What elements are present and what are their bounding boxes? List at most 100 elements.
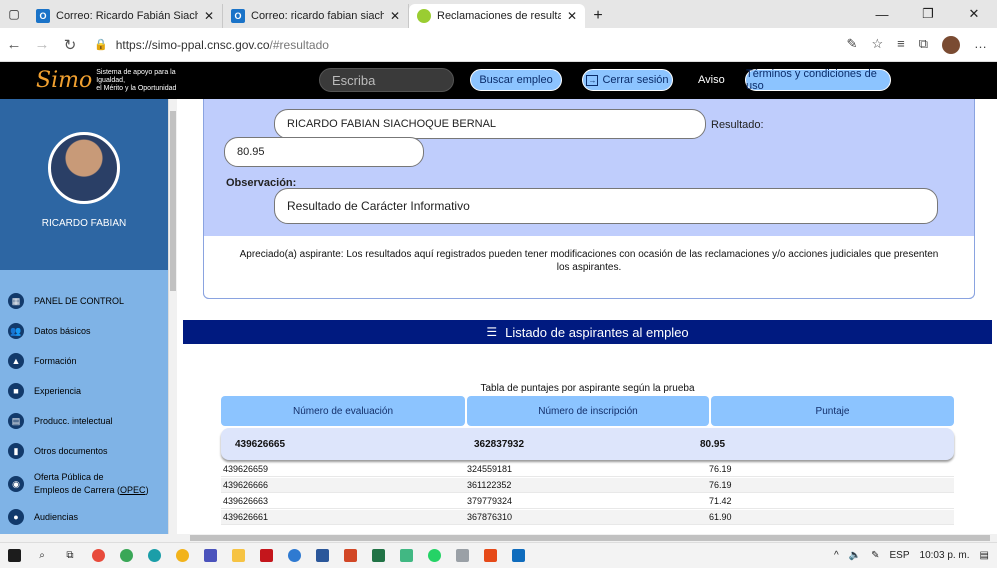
- word-icon[interactable]: [308, 543, 336, 569]
- cerrar-sesion-button[interactable]: → Cerrar sesión: [582, 69, 673, 91]
- sidebar-item-opec[interactable]: ◉ Oferta Pública de Empleos de Carrera (…: [0, 466, 168, 502]
- outlook-icon[interactable]: [504, 543, 532, 569]
- resultado-label: Resultado:: [711, 119, 764, 131]
- close-window-icon[interactable]: ✕: [951, 0, 997, 28]
- observacion-field: Resultado de Carácter Informativo: [274, 188, 938, 224]
- graduation-icon: ▲: [8, 353, 24, 369]
- minimize-icon[interactable]: —: [859, 0, 905, 28]
- cell-puntaje: 71.42: [709, 496, 732, 506]
- sidebar-item-datos-basicos[interactable]: 👥 Datos básicos: [0, 316, 168, 346]
- simo-logo[interactable]: Simo Sistema de apoyo para la Igualdad, …: [0, 62, 180, 99]
- app-icon[interactable]: [84, 543, 112, 569]
- back-icon[interactable]: ←: [0, 36, 28, 53]
- browser-tab-2[interactable]: O Correo: ricardo fabian siachoque ✕: [223, 4, 409, 28]
- start-icon[interactable]: [0, 543, 28, 569]
- outlook-icon: O: [231, 9, 245, 23]
- app-icon[interactable]: [448, 543, 476, 569]
- column-header-inscripcion[interactable]: Número de inscripción: [467, 396, 709, 426]
- close-icon[interactable]: ✕: [204, 9, 214, 23]
- app-icon[interactable]: [112, 543, 140, 569]
- notice-box: Apreciado(a) aspirante: Los resultados a…: [203, 236, 975, 299]
- users-icon: 👥: [8, 323, 24, 339]
- language-indicator[interactable]: ESP: [890, 550, 910, 561]
- column-header-puntaje[interactable]: Puntaje: [711, 396, 954, 426]
- cell-evaluacion: 439626663: [223, 496, 269, 506]
- logo-mark: Simo: [36, 68, 93, 93]
- close-icon[interactable]: ✕: [390, 9, 400, 23]
- whatsapp-icon[interactable]: [420, 543, 448, 569]
- browser-tab-1[interactable]: O Correo: Ricardo Fabián Siachoque ✕: [28, 4, 223, 28]
- notifications-icon[interactable]: ▤: [980, 550, 989, 561]
- opec-link[interactable]: OPEC: [120, 485, 146, 495]
- favorites-list-icon[interactable]: ≡: [897, 36, 905, 54]
- cerrar-sesion-label: Cerrar sesión: [602, 74, 669, 86]
- more-icon[interactable]: …: [974, 36, 987, 54]
- table-row: 439626666 361122352 76.19: [221, 478, 954, 493]
- search-icon[interactable]: ⌕: [28, 543, 56, 569]
- chrome-icon[interactable]: [168, 543, 196, 569]
- lock-icon: 🔒: [94, 39, 108, 51]
- sidebar-item-panel-de-control[interactable]: ▦ PANEL DE CONTROL: [0, 286, 168, 316]
- document-icon: ▮: [8, 443, 24, 459]
- windows-taskbar: ⌕ ⧉ ^ 🔈 ✎ ESP 10:03 p. m. ▤: [0, 542, 997, 568]
- tab-label: Reclamaciones de resultados: [437, 10, 561, 22]
- list-title: Listado de aspirantes al empleo: [505, 324, 689, 340]
- outlook-icon: O: [36, 9, 50, 23]
- globe-icon: ◉: [8, 476, 24, 492]
- restore-icon[interactable]: ❐: [905, 0, 951, 28]
- sidebar-item-experiencia[interactable]: ■ Experiencia: [0, 376, 168, 406]
- sidebar-item-otros-documentos[interactable]: ▮ Otros documentos: [0, 436, 168, 466]
- task-view-icon[interactable]: ⧉: [56, 543, 84, 569]
- sidebar-scrollbar[interactable]: [168, 99, 177, 541]
- forward-icon[interactable]: →: [28, 36, 56, 53]
- tab-actions-icon[interactable]: ▢: [0, 0, 28, 28]
- user-name: RICARDO FABIAN: [41, 218, 127, 229]
- cell-puntaje: 76.19: [709, 464, 732, 474]
- main-content: RICARDO FABIAN SIACHOQUE BERNAL Resultad…: [183, 99, 992, 541]
- chevron-up-icon[interactable]: ^: [834, 550, 839, 561]
- app-icon[interactable]: [280, 543, 308, 569]
- resultado-field: 80.95: [224, 137, 424, 167]
- column-header-evaluacion[interactable]: Número de evaluación: [221, 396, 465, 426]
- dashboard-icon: ▦: [8, 293, 24, 309]
- notice-line-2: los aspirantes.: [556, 262, 622, 273]
- cell-evaluacion: 439626661: [223, 512, 269, 522]
- audience-icon: ●: [8, 509, 24, 525]
- url-field[interactable]: 🔒 https://simo-ppal.cnsc.gov.co/#resulta…: [84, 38, 847, 52]
- cell-inscripcion: 379779324: [467, 496, 513, 506]
- profile-avatar[interactable]: [942, 35, 960, 54]
- powerpoint-icon[interactable]: [336, 543, 364, 569]
- cell-puntaje: 76.19: [709, 480, 732, 490]
- folder-icon[interactable]: [224, 543, 252, 569]
- close-icon[interactable]: ✕: [567, 9, 577, 23]
- teams-icon[interactable]: [196, 543, 224, 569]
- window-controls: — ❐ ✕: [859, 0, 997, 28]
- favorite-icon[interactable]: ☆: [871, 36, 883, 54]
- browser-tab-3[interactable]: Reclamaciones de resultados ✕: [409, 4, 585, 28]
- sidebar-item-produccion-intelectual[interactable]: ▤ Producc. intelectual: [0, 406, 168, 436]
- reload-icon[interactable]: ↻: [56, 36, 84, 54]
- sidebar-item-audiencias[interactable]: ● Audiencias: [0, 502, 168, 532]
- search-input[interactable]: Escriba: [319, 68, 454, 92]
- buscar-empleo-button[interactable]: Buscar empleo: [470, 69, 562, 91]
- volume-icon[interactable]: 🔈: [849, 550, 861, 561]
- aviso-link[interactable]: Aviso: [698, 74, 725, 86]
- pen-icon[interactable]: ✎: [847, 36, 858, 54]
- edge-icon[interactable]: [140, 543, 168, 569]
- clock[interactable]: 10:03 p. m.: [920, 550, 970, 561]
- office-icon[interactable]: [476, 543, 504, 569]
- pen-icon[interactable]: ✎: [871, 550, 879, 561]
- list-header-bar: ☰ Listado de aspirantes al empleo: [183, 320, 992, 344]
- collections-icon[interactable]: ⧉: [919, 36, 928, 54]
- sidebar-item-formacion[interactable]: ▲ Formación: [0, 346, 168, 376]
- terminos-button[interactable]: Términos y condiciones de uso: [745, 68, 891, 92]
- netflix-icon[interactable]: [252, 543, 280, 569]
- name-field: RICARDO FABIAN SIACHOQUE BERNAL: [274, 109, 706, 139]
- horizontal-scrollbar[interactable]: [0, 534, 997, 542]
- cell-puntaje: 80.95: [700, 438, 726, 450]
- app-icon[interactable]: [392, 543, 420, 569]
- cell-inscripcion: 367876310: [467, 512, 513, 522]
- excel-icon[interactable]: [364, 543, 392, 569]
- highlighted-row: 439626665 362837932 80.95: [221, 428, 954, 460]
- new-tab-button[interactable]: +: [585, 4, 611, 28]
